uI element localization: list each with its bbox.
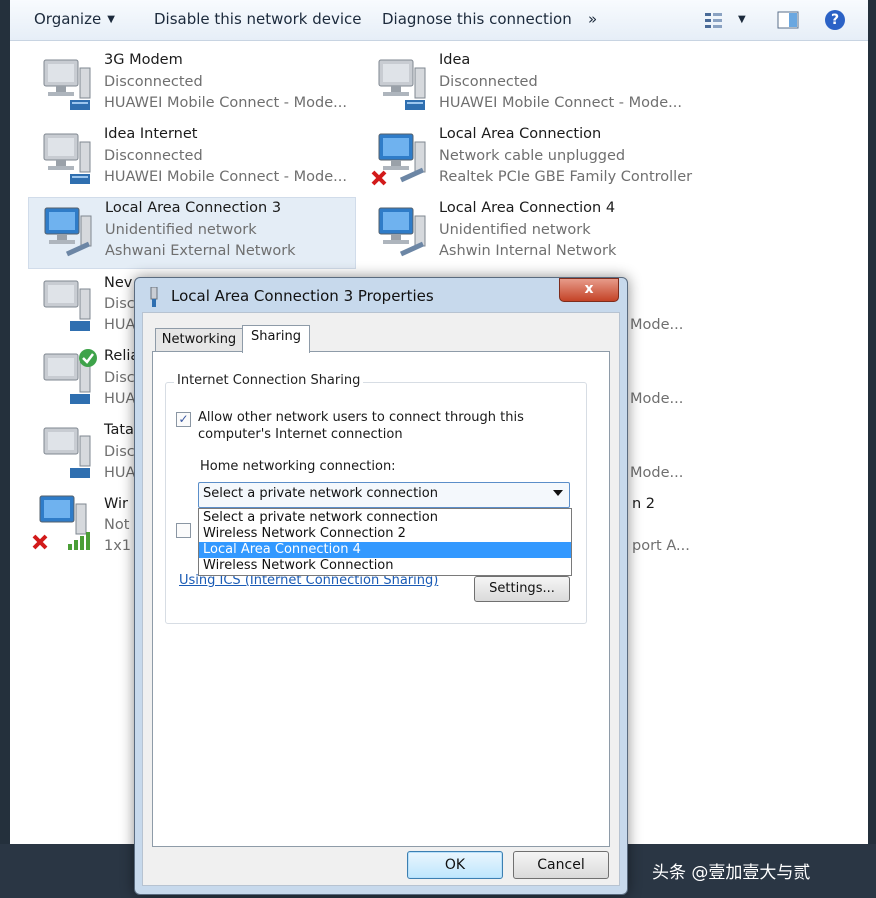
close-button[interactable]: x — [559, 278, 619, 302]
connection-item[interactable]: Idea Internet Disconnected HUAWEI Mobile… — [28, 124, 354, 194]
help-icon[interactable]: ? — [825, 10, 845, 30]
home-networking-label: Home networking connection: — [200, 459, 396, 474]
connection-item[interactable]: Idea Disconnected HUAWEI Mobile Connect … — [363, 50, 689, 120]
connection-item-selected[interactable]: Local Area Connection 3 Unidentified net… — [28, 197, 356, 269]
home-network-select-value: Select a private network connection — [203, 486, 438, 501]
ics-groupbox: Internet Connection Sharing ✓ Allow othe… — [165, 373, 587, 624]
ics-group-label: Internet Connection Sharing — [174, 373, 364, 388]
connection-device: Mode... — [630, 465, 684, 481]
connection-status: Disconnected — [104, 148, 203, 164]
dialog-title: Local Area Connection 3 Properties — [171, 287, 434, 305]
more-commands-button[interactable]: » — [588, 10, 597, 28]
connection-status: Network cable unplugged — [439, 148, 626, 164]
connection-name: Idea — [439, 52, 471, 68]
network-adapter-icon — [43, 59, 91, 110]
connection-device: HUA — [104, 317, 136, 333]
connection-status: Unidentified network — [105, 222, 257, 238]
wireless-adapter-error-icon — [32, 495, 90, 550]
window-frame-left — [0, 0, 10, 860]
connection-status: Disc — [104, 444, 135, 460]
ok-button[interactable]: OK — [407, 851, 503, 879]
home-network-dropdown-list: Select a private network connection Wire… — [198, 508, 572, 576]
connection-status: Disc — [104, 370, 135, 386]
network-adapter-connected-icon — [43, 349, 97, 404]
connection-device: HUAWEI Mobile Connect - Mode... — [104, 95, 347, 111]
connection-name: Wir — [104, 496, 129, 512]
dialog-client-area: Networking Sharing Internet Connection S… — [142, 312, 620, 886]
dropdown-arrow-icon[interactable] — [553, 490, 563, 496]
connection-name: Tata — [104, 422, 134, 438]
connection-name: n 2 — [632, 496, 656, 512]
connection-device: Ashwani External Network — [105, 243, 296, 259]
change-view-icon[interactable] — [704, 10, 724, 30]
connection-name: 3G Modem — [104, 52, 183, 68]
network-adapter-icon — [43, 133, 91, 184]
window-frame-right — [868, 0, 876, 860]
connection-item[interactable]: 3G Modem Disconnected HUAWEI Mobile Conn… — [28, 50, 354, 120]
connection-status: Disc — [104, 296, 135, 312]
connection-name: Nev — [104, 275, 133, 291]
settings-button[interactable]: Settings... — [474, 576, 570, 602]
watermark: 头条 @壹加壹大与贰 — [652, 863, 811, 883]
connection-status: Disconnected — [104, 74, 203, 90]
connection-device: Ashwin Internal Network — [439, 243, 617, 259]
connection-name: Idea Internet — [104, 126, 198, 142]
connection-name: Local Area Connection — [439, 126, 602, 142]
sharing-tab-page: Internet Connection Sharing ✓ Allow othe… — [152, 351, 610, 847]
connection-status: Disconnected — [439, 74, 538, 90]
network-adapter-icon — [43, 427, 91, 478]
dropdown-option[interactable]: Select a private network connection — [199, 510, 571, 526]
network-adapter-connected-icon — [378, 207, 426, 257]
tab-sharing[interactable]: Sharing — [242, 325, 310, 353]
organize-menu[interactable]: Organize ▼ — [34, 10, 115, 28]
dropdown-option-highlighted[interactable]: Local Area Connection 4 — [199, 542, 571, 558]
connection-status: Unidentified network — [439, 222, 591, 238]
dropdown-option[interactable]: Wireless Network Connection 2 — [199, 526, 571, 542]
network-cable-icon — [150, 287, 158, 307]
connection-device: HUAWEI Mobile Connect - Mode... — [439, 95, 682, 111]
preview-pane-icon[interactable] — [777, 10, 799, 30]
disable-device-button[interactable]: Disable this network device — [154, 10, 362, 28]
chevron-down-icon: ▼ — [107, 14, 115, 25]
network-adapter-connected-icon — [44, 207, 92, 257]
connection-name: Local Area Connection 4 — [439, 200, 616, 216]
organize-label: Organize — [34, 10, 102, 28]
dropdown-option[interactable]: Wireless Network Connection — [199, 558, 571, 574]
connection-name: Local Area Connection 3 — [105, 200, 282, 216]
connection-device: Mode... — [630, 317, 684, 333]
tab-networking[interactable]: Networking — [155, 328, 243, 351]
properties-dialog: Local Area Connection 3 Properties x Net… — [134, 277, 628, 895]
connection-device: HUA — [104, 391, 136, 407]
connection-status: Not — [104, 517, 130, 533]
diagnose-connection-button[interactable]: Diagnose this connection — [382, 10, 572, 28]
connection-device: Mode... — [630, 391, 684, 407]
connection-device: Realtek PCIe GBE Family Controller — [439, 169, 693, 185]
connection-item[interactable]: Local Area Connection 4 Unidentified net… — [363, 198, 689, 268]
command-bar: Organize ▼ Disable this network device Di… — [10, 0, 868, 41]
home-network-select[interactable]: Select a private network connection — [198, 482, 570, 508]
allow-sharing-checkbox[interactable]: ✓ — [176, 412, 191, 427]
allow-control-checkbox[interactable] — [176, 523, 191, 538]
connection-device: HUA — [104, 465, 136, 481]
connection-item[interactable]: Local Area Connection Network cable unpl… — [363, 124, 693, 194]
cancel-button[interactable]: Cancel — [513, 851, 609, 879]
network-adapter-error-icon — [371, 133, 426, 186]
connection-device: 1x1 — [104, 538, 132, 554]
network-adapter-icon — [43, 280, 91, 331]
connection-device: HUAWEI Mobile Connect - Mode... — [104, 169, 347, 185]
allow-sharing-label-line1: Allow other network users to connect thr… — [198, 410, 524, 425]
connection-device: port A... — [632, 538, 690, 554]
allow-sharing-label-line2: computer's Internet connection — [198, 427, 403, 442]
view-options-chevron-icon[interactable]: ▼ — [738, 14, 746, 25]
network-adapter-icon — [378, 59, 426, 110]
